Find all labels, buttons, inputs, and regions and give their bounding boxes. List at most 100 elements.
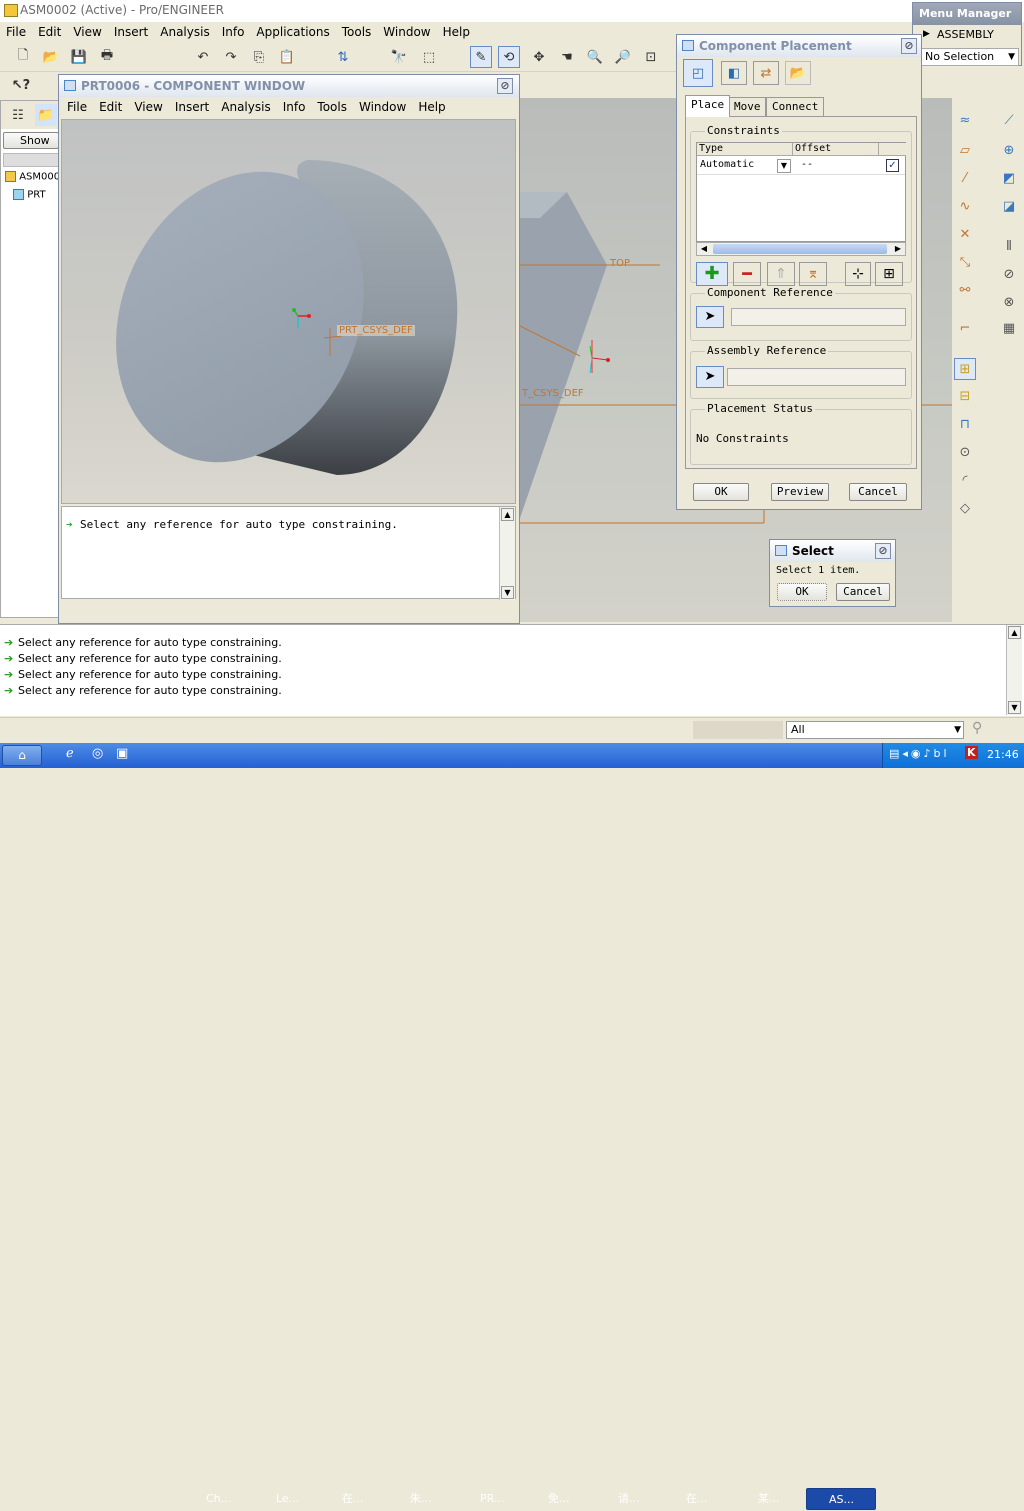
task-button[interactable]: 朱... [388,1488,452,1510]
menu-view[interactable]: View [67,22,107,42]
retrieve-icon[interactable]: 📂 [785,61,811,85]
curve-icon[interactable]: ∿ [954,196,976,218]
menu-applications[interactable]: Applications [250,22,335,42]
tab-move[interactable]: Move [729,97,766,117]
task-button[interactable]: 某... [736,1488,800,1510]
hole-icon[interactable]: ⊙ [954,442,976,464]
show-button[interactable]: Show ▾ [3,132,59,163]
filter-dropdown[interactable]: All ▼ [786,721,964,739]
zoom-in-icon[interactable]: 🔍 [584,46,606,68]
refit-icon[interactable]: ⊡ [640,46,662,68]
start-button[interactable]: ⌂ [2,745,42,766]
menu-edit[interactable]: Edit [32,22,67,42]
orient-constraint-icon[interactable]: ⌆ [799,262,827,286]
placement-cancel-button[interactable]: Cancel [849,483,907,501]
flip-icon[interactable]: ⇑ [767,262,795,286]
draft-icon[interactable]: ◇ [954,498,976,520]
component-window-close-button[interactable]: ⊘ [497,78,513,94]
comp-menu-info[interactable]: Info [277,97,312,117]
datum-point-icon[interactable]: ✕ [954,224,976,246]
component-reference-field[interactable] [731,308,906,326]
tree-icon[interactable]: ☷ [7,104,29,126]
task-button[interactable]: Ch... [184,1488,248,1510]
regen-icon[interactable]: ⇅ [332,46,354,68]
create-component-icon[interactable]: ⊟ [954,386,976,408]
pan-icon[interactable]: ☚ [556,46,578,68]
merge-icon[interactable]: ⊗ [998,292,1020,314]
zoom-out-icon[interactable]: 🔎 [612,46,634,68]
task-button[interactable]: 在... [664,1488,728,1510]
ie-icon[interactable]: ℯ [66,746,74,761]
scroll-left-icon[interactable]: ◀ [697,243,711,255]
placement-ok-button[interactable]: OK [693,483,749,501]
scroll-up-icon[interactable]: ▲ [501,508,514,521]
sweep-icon[interactable]: ◩ [998,168,1020,190]
message-log-scrollbar[interactable]: ▲ ▼ [1006,625,1022,715]
assembly-reference-select-button[interactable]: ➤ [696,366,724,388]
grid-icon[interactable]: ▦ [998,318,1020,340]
copy-icon[interactable]: ⎘ [248,46,270,68]
constraint-type-dropdown-icon[interactable]: ▼ [777,159,791,173]
menu-help[interactable]: Help [437,22,476,42]
pattern-icon[interactable]: ⊘ [998,264,1020,286]
datum-axis-icon[interactable]: ⟋ [998,110,1020,132]
scroll-down-icon[interactable]: ▼ [1008,701,1021,714]
constraint-enabled-checkbox[interactable]: ✓ [886,159,899,172]
menu-manager-selection-dropdown[interactable]: No Selection ▼ [921,48,1019,66]
menu-window[interactable]: Window [377,22,436,42]
bend-icon[interactable]: ⊓ [954,414,976,436]
comp-menu-file[interactable]: File [61,97,93,117]
menu-info[interactable]: Info [216,22,251,42]
move-component-icon[interactable]: ⊹ [845,262,871,286]
open-icon[interactable]: 📂 [40,46,62,68]
datum-line-icon[interactable]: ⁄ [954,168,976,190]
menu-file[interactable]: File [0,22,32,42]
csys-constraint-icon[interactable]: ⊞ [875,262,903,286]
orient-icon[interactable]: ✥ [528,46,550,68]
annotation-icon[interactable]: ⌐ [954,318,976,340]
spin-icon[interactable]: ⟲ [498,46,520,68]
assembly-window-icon[interactable]: ◧ [721,61,747,85]
tab-connect[interactable]: Connect [766,97,825,117]
comp-menu-view[interactable]: View [128,97,168,117]
menu-analysis[interactable]: Analysis [154,22,215,42]
tab-place[interactable]: Place [685,95,731,117]
separate-window-icon[interactable]: ◰ [683,59,713,87]
find-icon[interactable]: 🔭 [388,46,410,68]
constraints-hscrollbar[interactable]: ◀ ▶ [696,242,906,256]
blend-icon[interactable]: ◪ [998,196,1020,218]
assemble-icon[interactable]: ⊞ [954,358,976,380]
placement-preview-button[interactable]: Preview [771,483,829,501]
quicklaunch-icon[interactable]: ◎ [92,746,103,761]
comp-menu-insert[interactable]: Insert [169,97,215,117]
select-box-icon[interactable]: ⬚ [418,46,440,68]
task-button[interactable]: Le... [254,1488,318,1510]
scroll-right-icon[interactable]: ▶ [891,243,905,255]
task-button[interactable]: 在... [320,1488,384,1510]
menu-tools[interactable]: Tools [336,22,378,42]
select-close-button[interactable]: ⊘ [875,543,891,559]
comp-menu-window[interactable]: Window [353,97,412,117]
csys-icon[interactable]: ⤡ [954,252,976,274]
repaint-icon[interactable]: ✎ [470,46,492,68]
add-constraint-button[interactable]: ✚ [696,262,728,286]
paste-icon[interactable]: 📋 [276,46,298,68]
component-message-scrollbar[interactable]: ▲ ▼ [499,507,515,600]
component-viewport[interactable]: PRT_CSYS_DEF [61,119,516,504]
delete-constraint-button[interactable]: ━ [733,262,761,286]
scroll-up-icon[interactable]: ▲ [1008,626,1021,639]
placement-close-button[interactable]: ⊘ [901,38,917,54]
comp-menu-analysis[interactable]: Analysis [215,97,276,117]
tree-item-prt[interactable]: PRT [13,189,46,201]
print-icon[interactable]: 🖶 [96,46,118,68]
mirror-icon[interactable]: ⫴ [998,236,1020,258]
comp-menu-edit[interactable]: Edit [93,97,128,117]
menu-insert[interactable]: Insert [108,22,154,42]
scroll-down-icon[interactable]: ▼ [501,586,514,599]
tray-k-icon[interactable]: K [965,746,978,759]
task-button[interactable]: PR... [458,1488,522,1510]
interface-icon[interactable]: ⇄ [753,61,779,85]
save-icon[interactable]: 💾 [68,46,90,68]
comp-menu-help[interactable]: Help [412,97,451,117]
component-reference-select-button[interactable]: ➤ [696,306,724,328]
